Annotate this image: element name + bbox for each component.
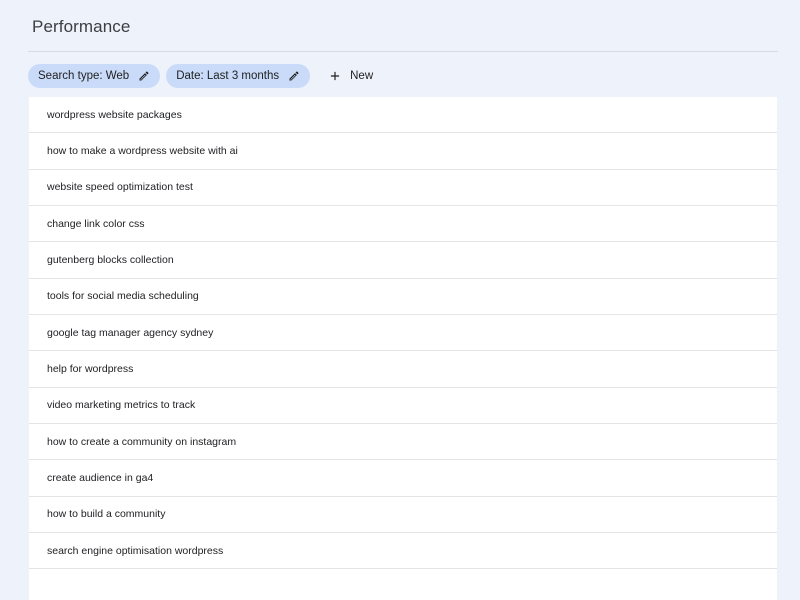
date-filter-chip[interactable]: Date: Last 3 months xyxy=(166,64,311,88)
query-row[interactable] xyxy=(29,569,777,600)
search-type-filter-label: Search type: Web xyxy=(38,70,130,82)
filter-bar: Search type: Web Date: Last 3 months New xyxy=(28,64,381,88)
query-row[interactable]: google tag manager agency sydney xyxy=(29,315,777,352)
query-row[interactable]: how to build a community xyxy=(29,497,777,534)
query-row[interactable]: video marketing metrics to track xyxy=(29,388,777,425)
query-row[interactable]: tools for social media scheduling xyxy=(29,279,777,316)
query-row[interactable]: website speed optimization test xyxy=(29,170,777,207)
query-list: wordpress website packages how to make a… xyxy=(29,97,777,600)
query-row[interactable]: gutenberg blocks collection xyxy=(29,242,777,279)
query-row[interactable]: change link color css xyxy=(29,206,777,243)
query-row[interactable]: search engine optimisation wordpress xyxy=(29,533,777,570)
new-filter-label: New xyxy=(350,70,374,82)
pencil-icon[interactable] xyxy=(138,70,150,82)
page-title: Performance xyxy=(32,17,131,36)
performance-page: Performance Search type: Web Date: Last … xyxy=(0,0,800,600)
plus-icon xyxy=(328,69,342,83)
query-row[interactable]: wordpress website packages xyxy=(29,97,777,134)
pencil-icon[interactable] xyxy=(288,70,300,82)
date-filter-label: Date: Last 3 months xyxy=(176,70,280,82)
query-row[interactable]: how to make a wordpress website with ai xyxy=(29,133,777,170)
new-filter-button[interactable]: New xyxy=(318,64,381,88)
query-row[interactable]: how to create a community on instagram xyxy=(29,424,777,461)
search-type-filter-chip[interactable]: Search type: Web xyxy=(28,64,161,88)
title-divider xyxy=(28,51,778,52)
query-row[interactable]: create audience in ga4 xyxy=(29,460,777,497)
query-row[interactable]: help for wordpress xyxy=(29,351,777,388)
